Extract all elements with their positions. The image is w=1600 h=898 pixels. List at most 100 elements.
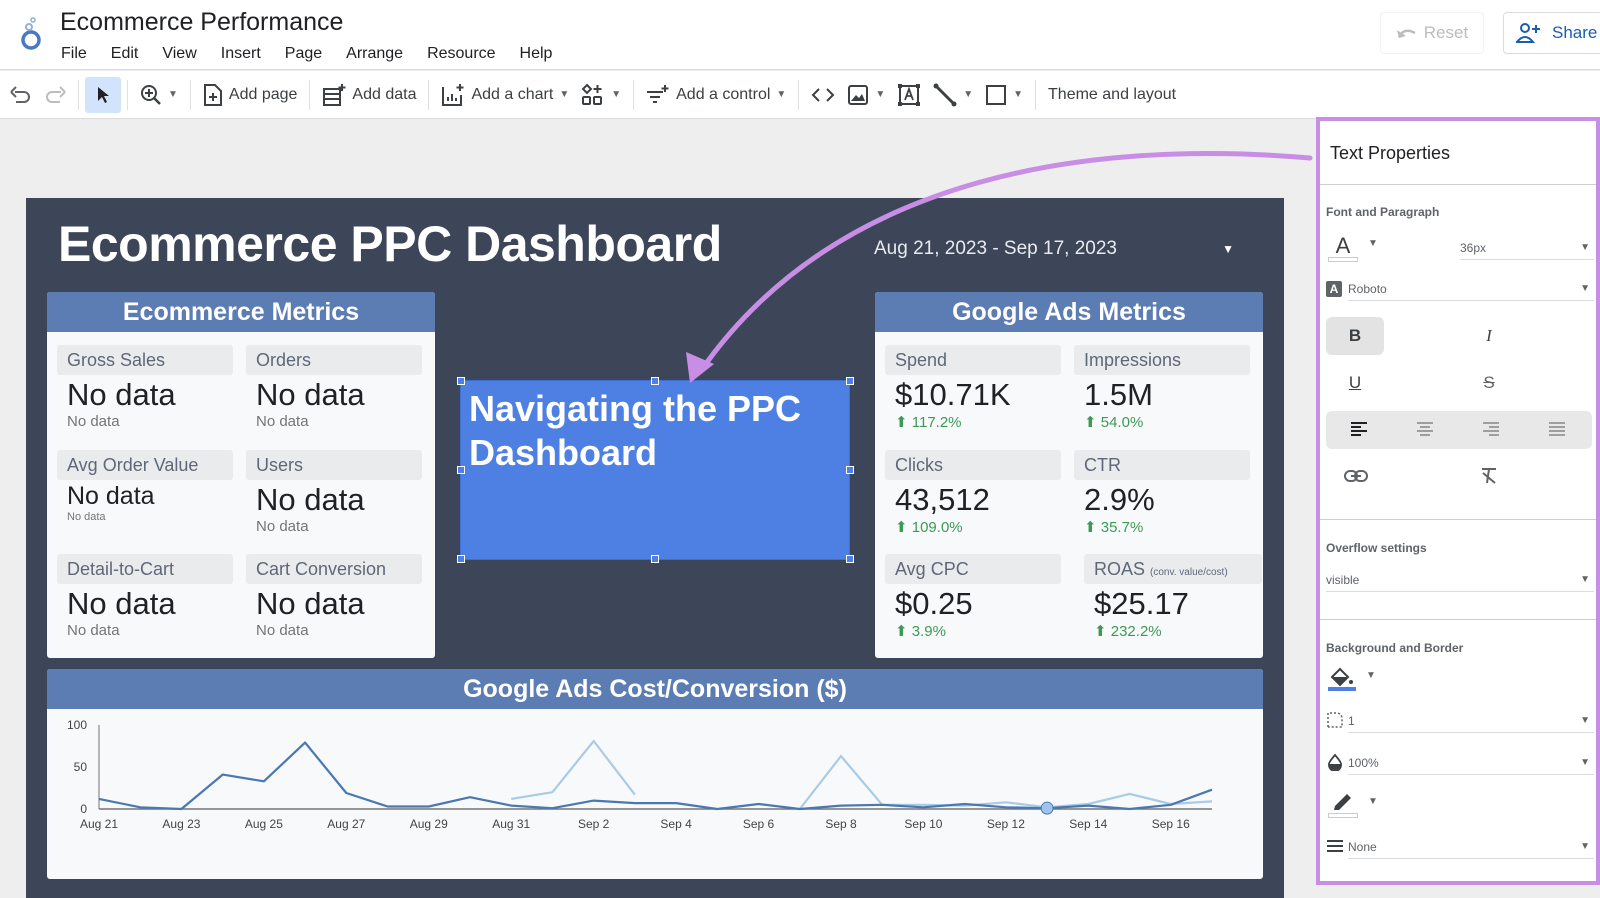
chevron-down-icon: ▼ — [1580, 757, 1590, 768]
font-size-select[interactable]: 36px ▼ — [1460, 236, 1594, 260]
strikethrough-button[interactable]: S — [1460, 364, 1518, 402]
border-radius-select[interactable]: 1 ▼ — [1348, 709, 1594, 733]
chevron-down-icon: ▼ — [1368, 238, 1378, 249]
scorecard-avg-order-value[interactable]: Avg Order Value No data No data — [57, 450, 233, 523]
text-properties-panel: Text Properties Font and Paragraph A ▼ 3… — [1316, 117, 1600, 885]
select-tool-button[interactable] — [85, 77, 121, 113]
scorecard-roas[interactable]: ROAS (conv. value/cost) $25.17 ⬆ 232.2% — [1084, 554, 1262, 640]
add-control-label: Add a control — [676, 86, 770, 104]
overflow-select[interactable]: visible ▼ — [1326, 568, 1594, 592]
font-family-icon: A — [1326, 281, 1342, 297]
italic-button[interactable]: I — [1460, 317, 1518, 355]
resize-handle[interactable] — [651, 377, 659, 385]
underline-button[interactable]: U — [1326, 364, 1384, 402]
resize-handle[interactable] — [846, 377, 854, 385]
add-chart-button[interactable]: Add a chart ▼ — [435, 77, 575, 113]
menu-resource[interactable]: Resource — [427, 45, 495, 63]
fill-color-button[interactable]: ▼ — [1328, 667, 1376, 691]
scorecard-delta: ⬆ 35.7% — [1074, 518, 1250, 536]
menu-file[interactable]: File — [61, 45, 87, 63]
resize-handle[interactable] — [457, 555, 465, 563]
report-title[interactable]: Ecommerce PPC Dashboard — [58, 215, 722, 273]
font-color-button[interactable]: A ▼ — [1328, 235, 1378, 262]
link-icon[interactable] — [1344, 469, 1368, 483]
add-page-button[interactable]: Add page — [197, 77, 304, 113]
border-color-button[interactable]: ▼ — [1328, 793, 1378, 818]
align-right-icon[interactable] — [1482, 421, 1500, 437]
add-data-button[interactable]: Add data — [316, 77, 422, 113]
chart-title: Google Ads Cost/Conversion ($) — [47, 669, 1263, 709]
chevron-down-icon: ▼ — [1580, 242, 1590, 253]
scorecard-impressions[interactable]: Impressions 1.5M ⬆ 54.0% — [1074, 345, 1250, 431]
date-range-control[interactable]: Aug 21, 2023 - Sep 17, 2023 ▼ — [874, 234, 1248, 264]
scorecard-spend[interactable]: Spend $10.71K ⬆ 117.2% — [885, 345, 1061, 431]
delta-value: 117.2% — [912, 414, 962, 431]
image-icon — [847, 84, 869, 106]
reset-button[interactable]: Reset — [1380, 12, 1484, 54]
toolbar-divider — [309, 80, 310, 110]
scorecard-gross-sales[interactable]: Gross Sales No data No data — [57, 345, 233, 430]
redo-button[interactable] — [38, 77, 72, 113]
text-box-content[interactable]: Navigating the PPC Dashboard — [469, 387, 849, 475]
border-style-value: None — [1348, 840, 1377, 854]
font-family-select[interactable]: Roboto ▼ — [1348, 277, 1594, 301]
menu-help[interactable]: Help — [520, 45, 553, 63]
scorecard-users[interactable]: Users No data No data — [246, 450, 422, 535]
report-name[interactable]: Ecommerce Performance — [60, 8, 343, 37]
share-button[interactable]: Share — [1503, 12, 1600, 54]
line-chart[interactable]: 050100Aug 21Aug 23Aug 25Aug 27Aug 29Aug … — [47, 709, 1263, 879]
add-control-button[interactable]: Add a control ▼ — [640, 77, 792, 113]
resize-handle[interactable] — [457, 377, 465, 385]
google-ads-metrics-panel[interactable]: Google Ads Metrics Spend $10.71K ⬆ 117.2… — [875, 292, 1263, 658]
text-box-button[interactable] — [891, 77, 927, 113]
delta-value: 54.0% — [1101, 414, 1144, 431]
line-button[interactable]: ▼ — [927, 77, 979, 113]
menu-page[interactable]: Page — [285, 45, 322, 63]
menu-edit[interactable]: Edit — [111, 45, 139, 63]
selected-text-box[interactable]: Navigating the PPC Dashboard — [460, 380, 850, 560]
chevron-down-icon: ▼ — [1366, 670, 1376, 681]
align-justify-icon[interactable] — [1548, 421, 1566, 437]
menu-arrange[interactable]: Arrange — [346, 45, 403, 63]
align-left-icon[interactable] — [1350, 421, 1368, 437]
theme-and-layout-button[interactable]: Theme and layout — [1042, 77, 1182, 113]
menu-insert[interactable]: Insert — [221, 45, 261, 63]
series-line-previous — [800, 756, 1212, 809]
scorecard-avg-cpc[interactable]: Avg CPC $0.25 ⬆ 3.9% — [885, 554, 1061, 640]
scorecard-ctr[interactable]: CTR 2.9% ⬆ 35.7% — [1074, 450, 1250, 536]
add-chart-label: Add a chart — [471, 86, 553, 104]
add-chart-icon — [441, 83, 465, 107]
menu-view[interactable]: View — [162, 45, 196, 63]
zoom-button[interactable]: ▼ — [134, 77, 184, 113]
scorecard-label: Avg Order Value — [57, 450, 233, 480]
y-tick-label: 50 — [74, 760, 88, 774]
resize-handle[interactable] — [457, 466, 465, 474]
resize-handle[interactable] — [846, 555, 854, 563]
font-color-swatch — [1328, 257, 1358, 262]
align-center-icon[interactable] — [1416, 421, 1434, 437]
scorecard-clicks[interactable]: Clicks 43,512 ⬆ 109.0% — [885, 450, 1061, 536]
scorecard-label: CTR — [1074, 450, 1250, 480]
resize-handle[interactable] — [651, 555, 659, 563]
resize-handle[interactable] — [846, 466, 854, 474]
undo-button[interactable] — [4, 77, 38, 113]
scorecard-value: No data — [57, 586, 233, 622]
clear-formatting-icon[interactable] — [1480, 467, 1498, 485]
overflow-value: visible — [1326, 573, 1359, 587]
chevron-down-icon: ▼ — [559, 89, 569, 100]
looker-studio-logo-icon — [18, 16, 44, 52]
bold-button[interactable]: B — [1326, 317, 1384, 355]
shape-button[interactable]: ▼ — [979, 77, 1029, 113]
scorecard-cart-conversion[interactable]: Cart Conversion No data No data — [246, 554, 422, 639]
image-button[interactable]: ▼ — [841, 77, 891, 113]
border-style-select[interactable]: None ▼ — [1348, 835, 1594, 859]
opacity-select[interactable]: 100% ▼ — [1348, 751, 1594, 775]
toolbar-divider — [428, 80, 429, 110]
delta-value: 232.2% — [1111, 623, 1162, 640]
scorecard-orders[interactable]: Orders No data No data — [246, 345, 422, 430]
cost-per-conversion-chart[interactable]: Google Ads Cost/Conversion ($) 050100Aug… — [47, 669, 1263, 879]
embed-url-button[interactable] — [805, 77, 841, 113]
ecommerce-metrics-panel[interactable]: Ecommerce Metrics Gross Sales No data No… — [47, 292, 435, 658]
community-viz-button[interactable]: ▼ — [575, 77, 627, 113]
scorecard-detail-to-cart[interactable]: Detail-to-Cart No data No data — [57, 554, 233, 639]
